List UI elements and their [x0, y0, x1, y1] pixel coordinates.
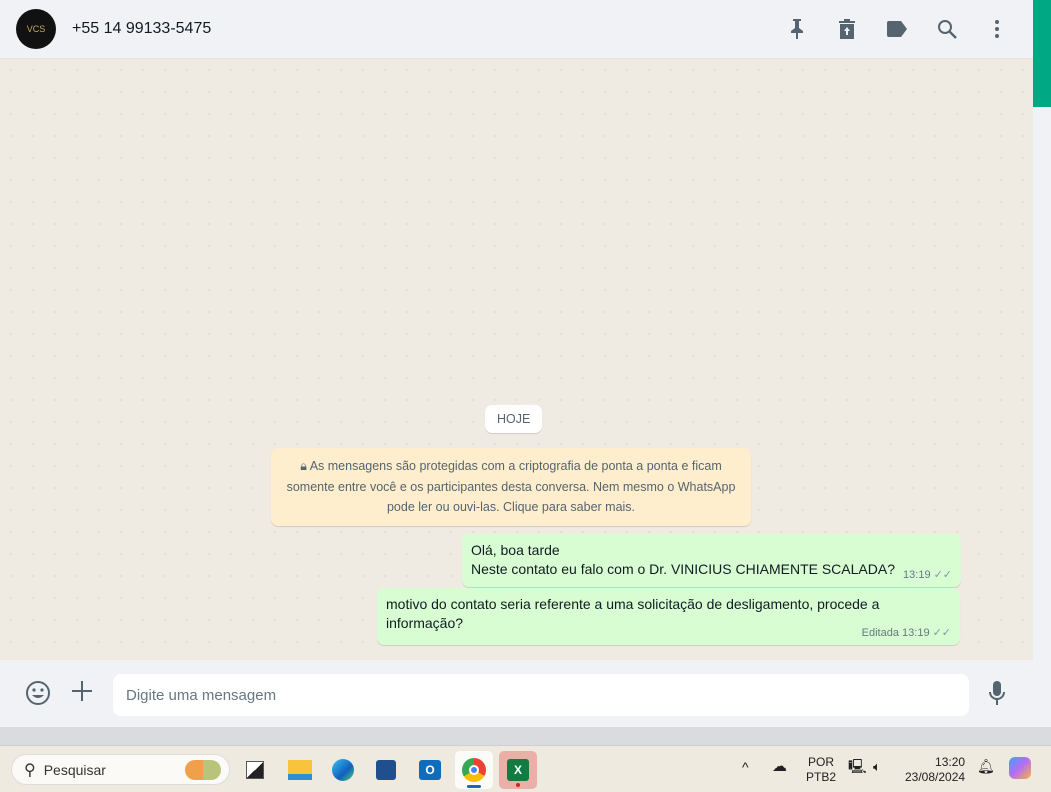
- date-divider: HOJE: [485, 405, 543, 433]
- message-meta: 13:19 ✓✓: [903, 569, 952, 581]
- emoji-icon[interactable]: [25, 680, 51, 712]
- clock[interactable]: 13:20 23/08/2024: [905, 755, 965, 785]
- copilot-icon[interactable]: [1009, 757, 1031, 779]
- side-strip: [1033, 107, 1051, 727]
- read-ticks-icon: ✓✓: [933, 569, 952, 581]
- scrollbar[interactable]: [1025, 59, 1033, 660]
- search-icon: ⚲: [24, 761, 36, 779]
- read-ticks-icon: ✓✓: [932, 627, 951, 639]
- edge-icon[interactable]: [324, 751, 362, 789]
- bell-icon[interactable]: 🔔︎: [977, 759, 995, 774]
- microphone-icon[interactable]: [988, 680, 1006, 712]
- message-bubble[interactable]: motivo do contato seria referente a uma …: [377, 588, 960, 645]
- outlook-icon[interactable]: O: [411, 751, 449, 789]
- message-bubble[interactable]: Olá, boa tarde Neste contato eu falo com…: [461, 534, 961, 587]
- attach-plus-icon[interactable]: [71, 680, 93, 708]
- accent-bar: [1033, 0, 1051, 107]
- pin-icon[interactable]: [785, 17, 809, 41]
- search-icon[interactable]: [935, 17, 959, 41]
- network-icon[interactable]: 🖳︎: [848, 759, 867, 774]
- chevron-up-icon[interactable]: ^: [742, 760, 749, 775]
- file-explorer-icon[interactable]: [281, 751, 319, 789]
- chat-header: VCS +55 14 99133-5475: [0, 0, 1033, 59]
- encryption-notice[interactable]: 🔒︎ As mensagens são protegidas com a cri…: [271, 448, 751, 526]
- lock-icon: 🔒︎: [300, 459, 310, 473]
- contact-name[interactable]: +55 14 99133-5475: [72, 20, 211, 38]
- task-view-icon[interactable]: [236, 751, 274, 789]
- melon-icon: [185, 759, 221, 780]
- message-list[interactable]: HOJE 🔒︎ As mensagens são protegidas com …: [0, 59, 1033, 660]
- avatar[interactable]: VCS: [16, 9, 56, 49]
- taskbar-search[interactable]: ⚲ Pesquisar: [11, 754, 230, 785]
- cloud-off-icon[interactable]: ☁: [772, 759, 787, 774]
- taskbar: ⚲ Pesquisar O X ^ ☁ POR PTB2 🖳︎ 🔈︎ 13:20 23…: [0, 745, 1051, 792]
- label-icon[interactable]: [885, 17, 909, 41]
- message-input[interactable]: Digite uma mensagem: [113, 674, 969, 716]
- store-icon[interactable]: [367, 751, 405, 789]
- volume-icon[interactable]: 🔈︎: [873, 759, 881, 774]
- composer: Digite uma mensagem: [0, 660, 1033, 727]
- excel-icon[interactable]: X: [499, 751, 537, 789]
- menu-icon[interactable]: [985, 17, 1009, 41]
- language-indicator[interactable]: POR PTB2: [806, 755, 836, 785]
- trash-icon[interactable]: [835, 17, 859, 41]
- chrome-icon[interactable]: [455, 751, 493, 789]
